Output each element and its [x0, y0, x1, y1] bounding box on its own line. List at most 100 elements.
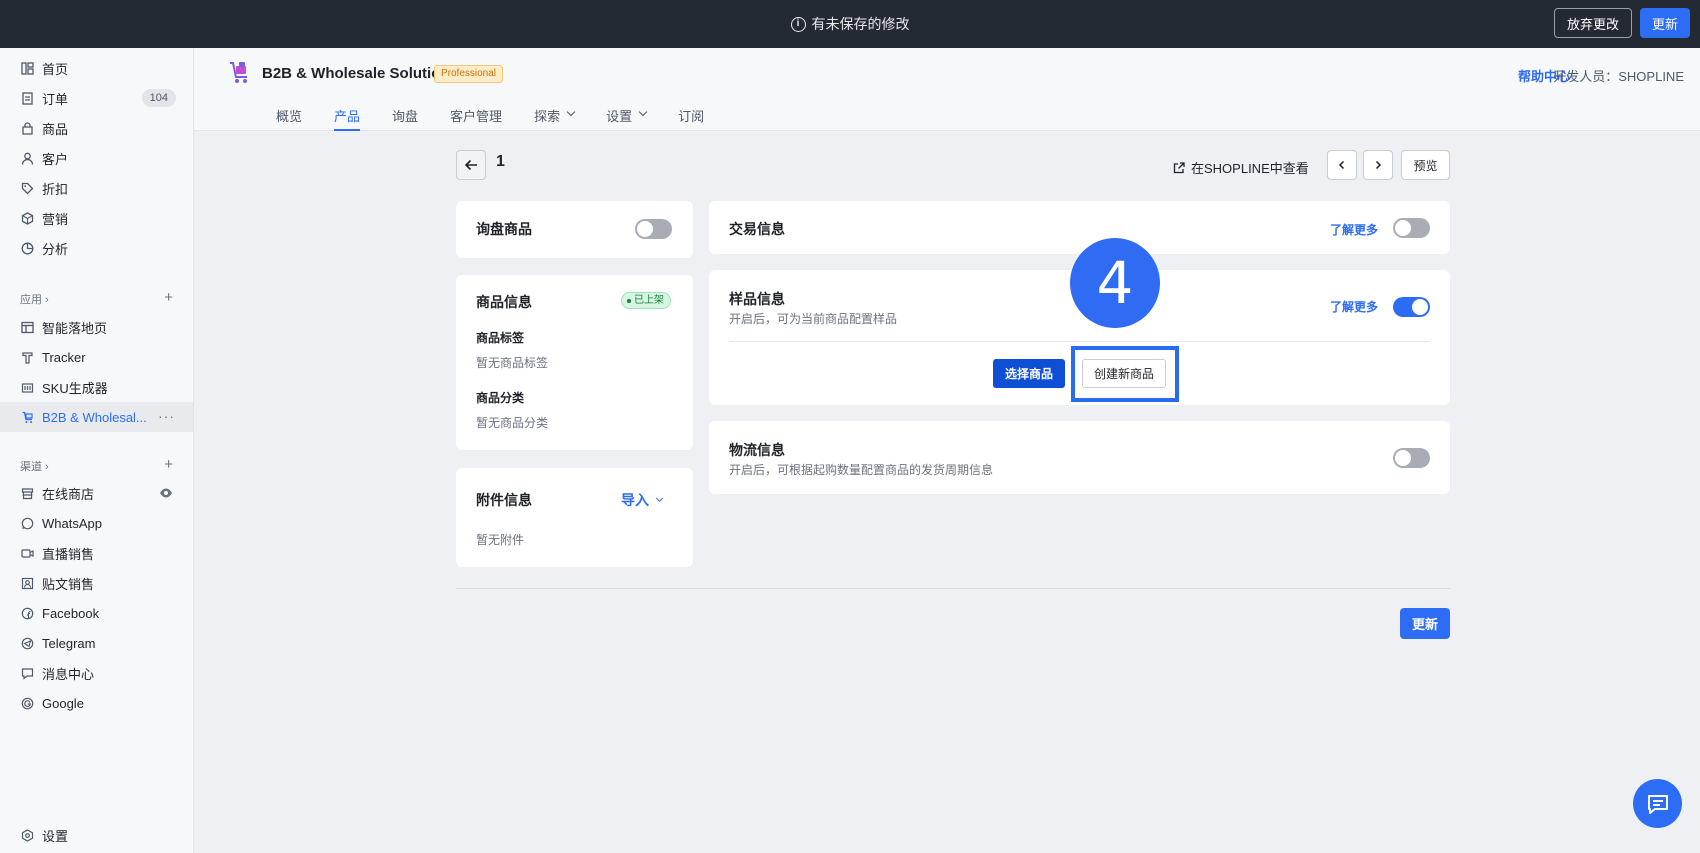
import-dropdown[interactable]: 导入: [621, 490, 664, 510]
sidebar-item-landing-page[interactable]: 智能落地页: [0, 312, 193, 342]
app-logo-icon: [228, 60, 250, 84]
back-button[interactable]: [456, 150, 486, 180]
store-icon: [20, 486, 34, 500]
update-button[interactable]: 更新: [1400, 608, 1450, 639]
sidebar-item-label: 分析: [42, 241, 69, 257]
sidebar-item-products[interactable]: 商品: [0, 113, 193, 143]
select-product-button[interactable]: 选择商品: [993, 359, 1065, 388]
product-tags-empty: 暂无商品标签: [476, 356, 549, 370]
status-dot-icon: [627, 298, 631, 303]
chevron-down-icon: [655, 494, 664, 503]
tab-settings[interactable]: 设置: [606, 106, 648, 131]
chart-icon: [20, 241, 34, 255]
sidebar-item-customers[interactable]: 客户: [0, 143, 193, 173]
logistics-info-card: 物流信息 开启后，可根据起购数量配置商品的发货周期信息: [709, 421, 1450, 494]
sidebar-item-tracker[interactable]: Tracker: [0, 342, 193, 372]
sidebar-item-label: SKU生成器: [42, 380, 108, 396]
whatsapp-icon: [20, 516, 34, 530]
sidebar-item-post-selling[interactable]: 贴文销售: [0, 568, 193, 598]
facebook-icon: [20, 606, 34, 620]
card-divider: [729, 341, 1430, 342]
sidebar-item-orders[interactable]: 订单 104: [0, 83, 193, 113]
topbar-update-button[interactable]: 更新: [1639, 8, 1690, 38]
trade-info-title: 交易信息: [729, 221, 785, 237]
sidebar-item-sku-generator[interactable]: SKU生成器: [0, 372, 193, 402]
discard-changes-button[interactable]: 放弃更改: [1553, 8, 1632, 38]
sidebar-item-label: Tracker: [42, 349, 86, 365]
status-badge: 已上架: [621, 292, 671, 309]
inquiry-product-title: 询盘商品: [476, 221, 532, 237]
telegram-icon: [20, 636, 34, 650]
app-header: B2B & Wholesale Solution Professional 帮助…: [194, 48, 1700, 131]
sidebar-item-label: WhatsApp: [42, 515, 102, 531]
attachment-card: 附件信息 暂无附件: [456, 468, 693, 567]
sidebar-item-b2b-wholesale[interactable]: B2B & Wholesal... ···: [0, 402, 193, 432]
sidebar-item-label: 商品: [42, 121, 69, 137]
logistics-info-toggle[interactable]: [1393, 448, 1430, 468]
developer-text: 开发人员：SHOPLINE: [1553, 69, 1684, 84]
tab-customer-management[interactable]: 客户管理: [450, 106, 502, 131]
unsaved-text: 有未保存的修改: [811, 16, 910, 32]
sidebar-item-label: Google: [42, 695, 84, 711]
add-channel-icon[interactable]: +: [164, 456, 173, 473]
chevron-left-icon: [1338, 160, 1345, 170]
sample-info-toggle[interactable]: [1393, 297, 1430, 317]
tab-explore[interactable]: 探索: [534, 106, 576, 131]
info-icon: i: [790, 16, 806, 32]
attachment-empty: 暂无附件: [476, 533, 525, 547]
sidebar-item-settings[interactable]: 设置: [0, 820, 193, 850]
sidebar-item-label: 客户: [42, 151, 69, 167]
sidebar-item-telegram[interactable]: Telegram: [0, 628, 193, 658]
sidebar-item-whatsapp[interactable]: WhatsApp: [0, 508, 193, 538]
sidebar-item-label: 智能落地页: [42, 320, 108, 336]
sidebar-item-analytics[interactable]: 分析: [0, 233, 193, 263]
logistics-info-title: 物流信息: [729, 442, 785, 458]
sidebar-item-google[interactable]: Google: [0, 688, 193, 718]
add-app-icon[interactable]: +: [164, 289, 173, 306]
tab-products[interactable]: 产品: [334, 106, 361, 131]
previous-product-button[interactable]: [1327, 150, 1357, 180]
sidebar-item-marketing[interactable]: 营销: [0, 203, 193, 233]
sidebar-item-message-center[interactable]: 消息中心: [0, 658, 193, 688]
chevron-right-icon: [1375, 160, 1382, 170]
next-product-button[interactable]: [1363, 150, 1393, 180]
user-icon: [20, 151, 34, 165]
sidebar-item-discounts[interactable]: 折扣: [0, 173, 193, 203]
video-icon: [20, 546, 34, 560]
attachment-title: 附件信息: [476, 492, 532, 508]
sidebar-item-label: 设置: [42, 828, 69, 844]
sidebar-item-home[interactable]: 首页: [0, 53, 193, 83]
sidebar-item-label: Facebook: [42, 605, 100, 621]
view-in-shopline-link[interactable]: 在SHOPLINE中查看: [1173, 158, 1309, 177]
sidebar-item-live-selling[interactable]: 直播销售: [0, 538, 193, 568]
inquiry-product-toggle[interactable]: [635, 219, 672, 239]
sidebar-item-label: 订单: [42, 91, 69, 107]
sidebar-item-facebook[interactable]: Facebook: [0, 598, 193, 628]
sidebar-item-online-store[interactable]: 在线商店: [0, 478, 193, 508]
external-link-icon: [1173, 161, 1185, 173]
sidebar: 首页 订单 104 商品 客户 折扣 营销 分析 应用 › + 智能落地页 Tr…: [0, 48, 194, 853]
tab-subscription[interactable]: 订阅: [678, 106, 704, 131]
eye-icon[interactable]: [159, 486, 173, 500]
trade-learn-more-link[interactable]: 了解更多: [1330, 221, 1378, 238]
sample-learn-more-link[interactable]: 了解更多: [1330, 298, 1378, 315]
order-icon: [20, 91, 34, 105]
app-tabs: 概览 产品 询盘 客户管理 探索 设置 订阅: [276, 106, 736, 131]
tab-inquiries[interactable]: 询盘: [392, 106, 418, 131]
trade-info-toggle[interactable]: [1393, 218, 1430, 238]
sidebar-item-label: 贴文销售: [42, 576, 95, 592]
tag-icon: [20, 181, 34, 195]
more-options-icon[interactable]: ···: [158, 408, 175, 424]
dashboard-icon: [20, 61, 34, 75]
sidebar-item-label: 营销: [42, 211, 69, 227]
cart-icon: [20, 410, 34, 424]
preview-button[interactable]: 预览: [1401, 150, 1450, 180]
chat-button[interactable]: [1633, 779, 1682, 828]
tab-overview[interactable]: 概览: [276, 106, 302, 131]
channels-section-label[interactable]: 渠道 ›: [20, 458, 49, 474]
unsaved-changes-bar: i 有未保存的修改 放弃更改 更新: [0, 0, 1700, 48]
layout-icon: [20, 320, 34, 334]
sidebar-item-label: 直播销售: [42, 546, 95, 562]
apps-section-label[interactable]: 应用 ›: [20, 291, 49, 307]
logistics-info-description: 开启后，可根据起购数量配置商品的发货周期信息: [729, 463, 994, 477]
